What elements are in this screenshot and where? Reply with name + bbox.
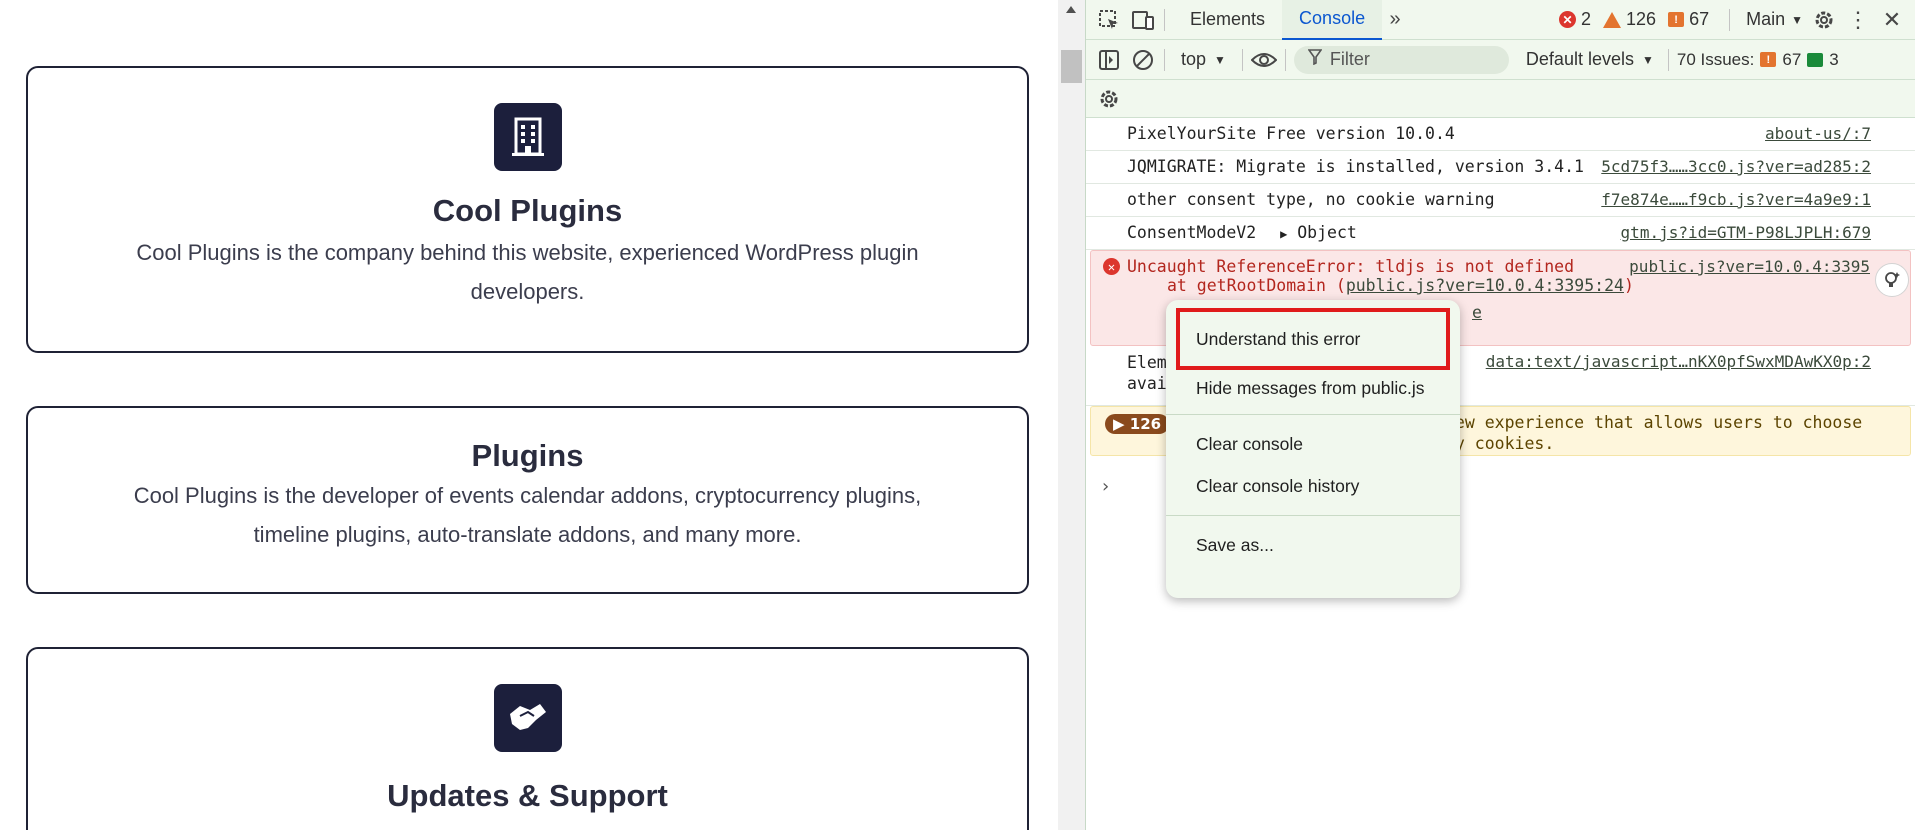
console-message[interactable]: ConsentModeV2 ▶ Object gtm.js?id=GTM-P98… (1086, 217, 1915, 250)
card-updates-support: Updates & Support (26, 647, 1029, 830)
scrollbar-thumb[interactable] (1061, 50, 1082, 83)
menu-divider (1166, 414, 1460, 415)
source-link[interactable]: about-us/:7 (1765, 124, 1871, 143)
dropdown-arrow-icon: ▼ (1641, 52, 1654, 67)
devtools-main-toolbar: Elements Console » ✕ 2 126 ! 67 Main ▼ ⋮… (1086, 0, 1915, 40)
target-selector[interactable]: Main ▼ (1746, 9, 1803, 30)
card-cool-plugins: Cool Plugins Cool Plugins is the company… (26, 66, 1029, 353)
message-text: ConsentModeV2 (1127, 223, 1257, 242)
source-link[interactable]: public.js?ver=10.0.4:3395 (1629, 257, 1870, 276)
target-label: Main (1746, 9, 1786, 29)
menu-item-clear-console[interactable]: Clear console (1166, 423, 1460, 465)
close-icon[interactable]: ✕ (1879, 7, 1905, 33)
messages-count: 3 (1829, 49, 1839, 69)
source-link[interactable]: gtm.js?id=GTM-P98LJPLH:679 (1621, 223, 1871, 242)
message-text: PixelYourSite Free version 10.0.4 (1127, 124, 1455, 143)
tab-elements[interactable]: Elements (1173, 0, 1282, 40)
dropdown-arrow-icon: ▼ (1214, 52, 1226, 67)
error-icon: ✕ (1559, 11, 1576, 28)
source-link[interactable]: 5cd75f3……3cc0.js?ver=ad285:2 (1601, 157, 1871, 176)
console-toolbar: top ▼ Filter Default levels ▼ 70 Issues:… (1086, 40, 1915, 80)
clear-console-icon[interactable] (1130, 47, 1156, 73)
menu-item-hide-messages[interactable]: Hide messages from public.js (1166, 370, 1460, 406)
menu-item-clear-console-history[interactable]: Clear console history (1166, 465, 1460, 507)
card-title: Updates & Support (387, 778, 668, 813)
handshake-icon (493, 684, 562, 752)
issues-count: 67 (1782, 49, 1802, 69)
web-page: Cool Plugins Cool Plugins is the company… (0, 0, 1058, 830)
source-link[interactable]: f7e874e……f9cb.js?ver=4a9e9:1 (1601, 190, 1871, 209)
console-message[interactable]: JQMIGRATE: Migrate is installed, version… (1086, 151, 1915, 184)
object-label[interactable]: Object (1297, 223, 1357, 242)
menu-divider (1166, 515, 1460, 516)
card-description: Cool Plugins is the company behind this … (136, 240, 919, 304)
console-prompt-chevron-icon[interactable]: › (1100, 476, 1111, 497)
message-icon (1807, 52, 1824, 67)
issues-label: 70 Issues: (1676, 49, 1755, 69)
expand-triangle-icon[interactable]: ▶ (1280, 227, 1287, 241)
filter-input[interactable]: Filter (1293, 45, 1509, 74)
error-icon: ✕ (1103, 258, 1120, 275)
warning-counter[interactable]: 126 (1603, 9, 1656, 30)
badge-count: 126 (1129, 415, 1162, 433)
device-toolbar-icon[interactable] (1130, 7, 1156, 33)
message-text: JQMIGRATE: Migrate is installed, version… (1127, 157, 1584, 176)
log-levels-dropdown[interactable]: Default levels ▼ (1526, 49, 1654, 70)
card-title: Cool Plugins (432, 193, 623, 228)
sidebar-toggle-icon[interactable] (1096, 47, 1122, 73)
console-message[interactable]: other consent type, no cookie warning f7… (1086, 184, 1915, 217)
console-settings-gear-icon[interactable] (1096, 86, 1122, 112)
filter-funnel-icon (1307, 49, 1323, 70)
issue-icon: ! (1668, 12, 1685, 27)
stack-suffix: ) (1623, 276, 1634, 295)
warning-count: 126 (1626, 9, 1657, 29)
stack-trace: at getRootDomain (public.js?ver=10.0.4:3… (1127, 276, 1866, 295)
error-counter[interactable]: ✕ 2 (1559, 9, 1591, 30)
inspect-element-icon[interactable] (1096, 7, 1122, 33)
error-count: 2 (1581, 9, 1592, 29)
stack-link[interactable]: public.js?ver=10.0.4:3395:24 (1346, 276, 1624, 295)
warning-icon (1603, 11, 1622, 28)
dropdown-arrow-icon: ▼ (1791, 12, 1803, 27)
console-settings-row (1086, 80, 1915, 118)
scroll-up-arrow-icon[interactable] (1066, 6, 1076, 13)
issues-summary[interactable]: 70 Issues: ! 67 3 (1677, 50, 1839, 70)
ai-lightbulb-icon[interactable] (1875, 263, 1909, 297)
console-message[interactable]: PixelYourSite Free version 10.0.4 about-… (1086, 118, 1915, 151)
error-text: Uncaught ReferenceError: tldjs is not de… (1127, 257, 1575, 276)
log-levels-label: Default levels (1525, 49, 1634, 69)
issue-icon: ! (1760, 52, 1777, 67)
context-label: top (1181, 49, 1207, 69)
live-expression-eye-icon[interactable] (1250, 47, 1277, 73)
page-scrollbar[interactable] (1058, 0, 1085, 830)
kebab-menu-icon[interactable]: ⋮ (1845, 7, 1871, 33)
stack-prefix: at getRootDomain ( (1167, 276, 1346, 295)
issues-count: 67 (1689, 9, 1710, 29)
settings-gear-icon[interactable] (1811, 7, 1837, 33)
card-description: Cool Plugins is the developer of events … (133, 483, 922, 547)
issues-counter[interactable]: ! 67 (1668, 9, 1709, 30)
repeat-count-badge[interactable]: ▶ 126 (1105, 414, 1170, 434)
menu-item-understand-error[interactable]: Understand this error (1176, 308, 1450, 370)
card-plugins: Plugins Cool Plugins is the developer of… (26, 406, 1029, 594)
message-text: other consent type, no cookie warning (1127, 190, 1495, 209)
filter-placeholder: Filter (1329, 49, 1370, 69)
context-menu: Understand this error Hide messages from… (1166, 300, 1460, 598)
context-selector[interactable]: top ▼ (1181, 49, 1226, 70)
source-link[interactable]: data:text/javascript…nKX0pfSwxMDAwKX0p:2 (1486, 352, 1871, 371)
tab-console[interactable]: Console (1282, 0, 1383, 40)
menu-item-save-as[interactable]: Save as... (1166, 524, 1460, 566)
card-title: Plugins (471, 438, 584, 473)
building-icon (493, 103, 562, 171)
more-tabs-chevron-icon[interactable]: » (1382, 7, 1408, 33)
